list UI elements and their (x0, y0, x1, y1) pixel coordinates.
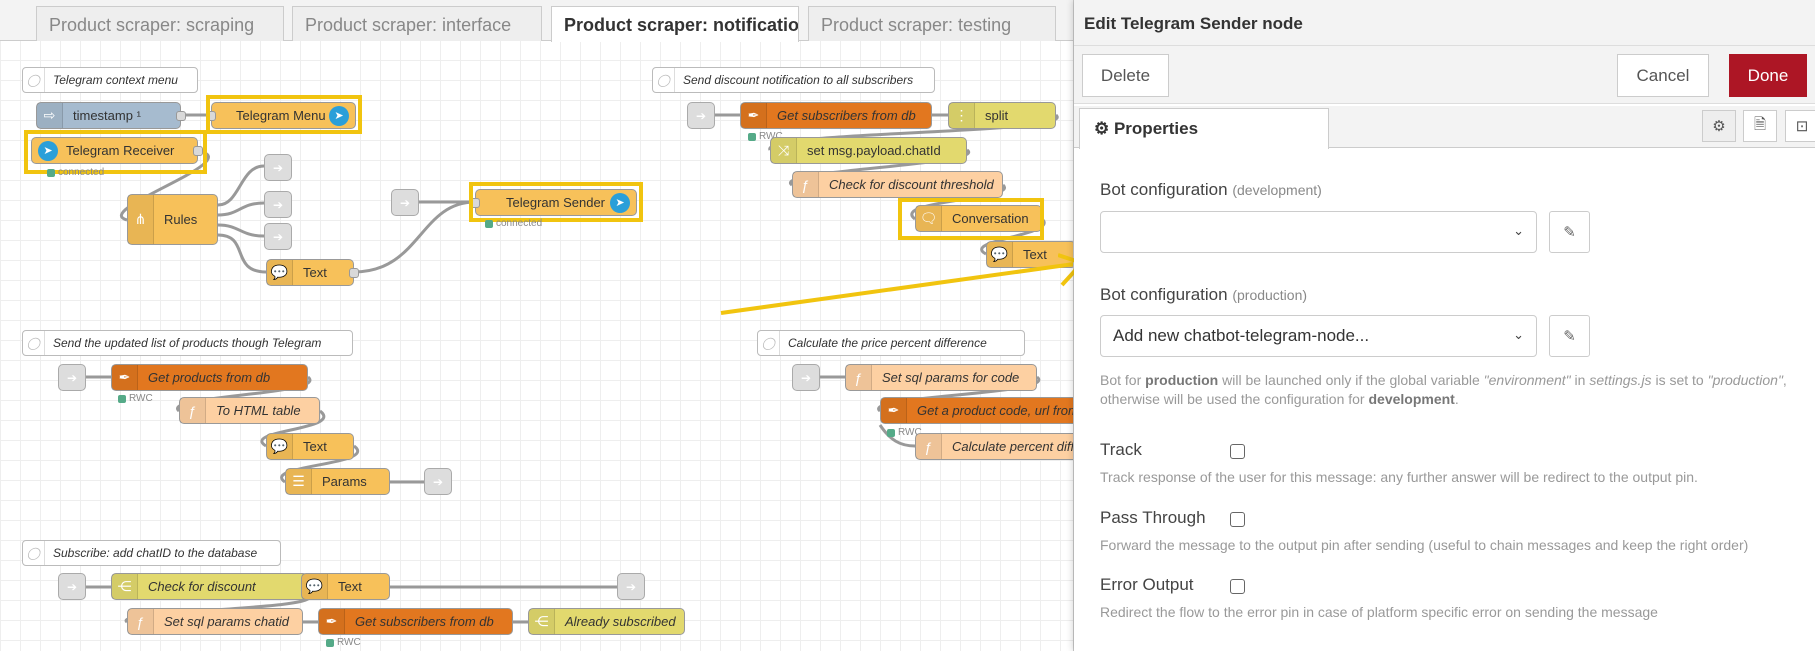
bot-config-help: Bot for production will be launched only… (1100, 372, 1787, 407)
pencil-icon: ✎ (1563, 224, 1576, 241)
track-help: Track response of the user for this mess… (1100, 469, 1698, 485)
tray-tabs: ⚙ Properties ⚙ 🗎 ⊡ (1074, 106, 1815, 149)
document-icon[interactable]: 🗎 (1743, 110, 1777, 142)
bot-dev-label: Bot configuration (development) (1100, 180, 1322, 199)
error-output-help: Redirect the flow to the error pin in ca… (1100, 604, 1658, 620)
edit-node-tray: Edit Telegram Sender node Delete Cancel … (1074, 0, 1815, 651)
appearance-icon[interactable]: ⊡ (1785, 110, 1815, 142)
gear-icon[interactable]: ⚙ (1702, 110, 1736, 142)
track-label: Track (1100, 440, 1142, 459)
pass-through-help: Forward the message to the output pin af… (1100, 537, 1749, 553)
cancel-button[interactable]: Cancel (1617, 54, 1709, 97)
bot-prod-select[interactable]: Add new chatbot-telegram-node... ⌄ (1100, 315, 1537, 357)
pass-through-checkbox[interactable] (1230, 512, 1245, 527)
pencil-icon: ✎ (1563, 328, 1576, 345)
flow-canvas[interactable]: Product scraper: scraping Product scrape… (0, 0, 1074, 651)
bot-dev-select[interactable]: ⌄ (1100, 211, 1537, 253)
tray-title: Edit Telegram Sender node (1074, 0, 1815, 46)
pass-through-label: Pass Through (1100, 508, 1206, 527)
error-output-checkbox[interactable] (1230, 579, 1245, 594)
chevron-down-icon: ⌄ (1513, 223, 1524, 238)
bot-prod-label: Bot configuration (production) (1100, 285, 1308, 304)
annotation-arrow (720, 262, 1073, 315)
edit-bot-prod-button[interactable]: ✎ (1549, 315, 1590, 357)
done-button[interactable]: Done (1729, 54, 1807, 97)
delete-button[interactable]: Delete (1082, 54, 1169, 97)
chevron-down-icon: ⌄ (1513, 327, 1524, 342)
edit-bot-dev-button[interactable]: ✎ (1549, 211, 1590, 253)
track-checkbox[interactable] (1230, 444, 1245, 459)
tab-properties[interactable]: ⚙ Properties (1079, 108, 1329, 149)
tray-toolbar: Delete Cancel Done (1074, 46, 1815, 104)
error-output-label: Error Output (1100, 575, 1194, 594)
gear-icon: ⚙ (1094, 119, 1114, 138)
